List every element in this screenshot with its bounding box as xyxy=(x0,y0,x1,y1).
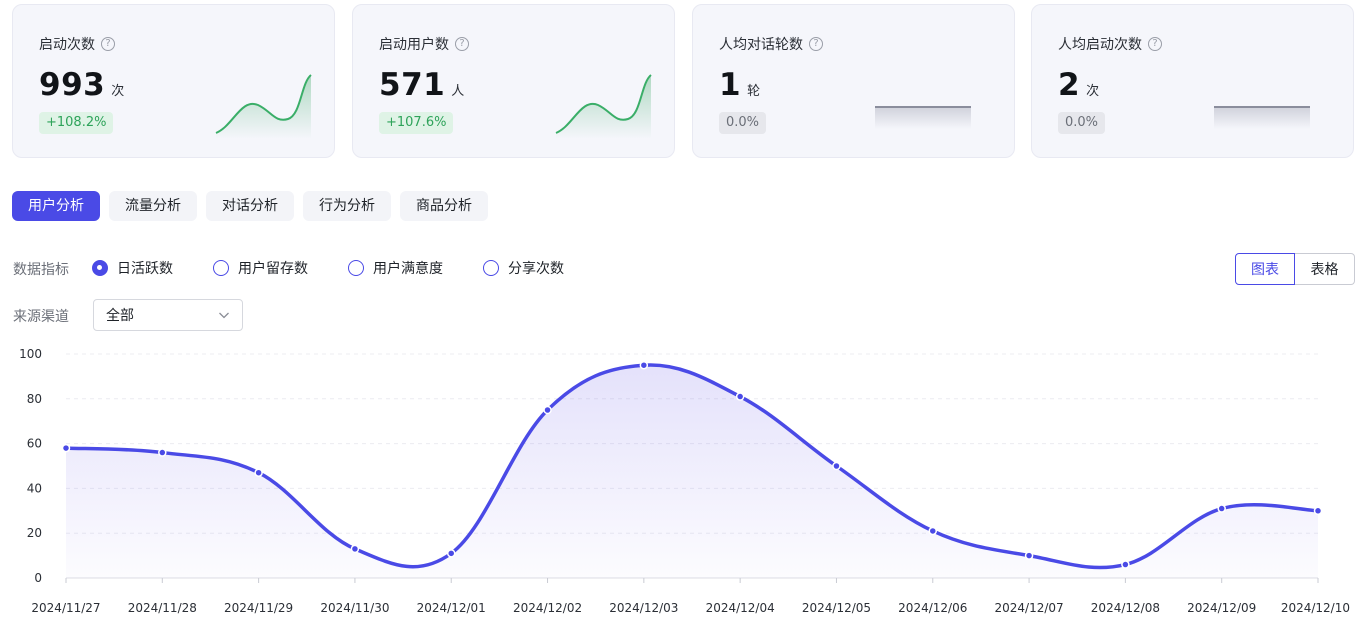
card-unit: 次 xyxy=(1086,84,1100,99)
x-tick-label: 2024/12/02 xyxy=(513,601,582,615)
data-point[interactable] xyxy=(254,468,263,477)
tab-behavior-analysis[interactable]: 行为分析 xyxy=(303,191,391,221)
channel-label: 来源渠道 xyxy=(13,309,69,325)
sparkline-flat xyxy=(875,106,971,129)
x-tick-label: 2024/11/27 xyxy=(31,601,100,615)
radio-unchecked-icon xyxy=(348,260,364,276)
data-point[interactable] xyxy=(1217,504,1226,513)
card-label-text: 启动用户数 xyxy=(379,37,449,53)
data-point[interactable] xyxy=(1024,551,1034,560)
table-view-button[interactable]: 表格 xyxy=(1295,253,1355,285)
stat-cards: 启动次数 ? 993 次 +108.2% 启动用户数 ? 571 人 +107.… xyxy=(12,4,1354,158)
change-badge: 0.0% xyxy=(1058,112,1106,134)
chevron-down-icon xyxy=(219,312,229,319)
card-label-text: 人均对话轮数 xyxy=(719,37,803,53)
x-tick-label: 2024/12/05 xyxy=(802,601,871,615)
radio-label: 用户满意度 xyxy=(373,261,443,277)
chart-view-button[interactable]: 图表 xyxy=(1235,253,1295,285)
x-tick-label: 2024/12/08 xyxy=(1091,601,1160,615)
radio-user-retention[interactable]: 用户留存数 xyxy=(213,258,308,278)
card-launch-users: 启动用户数 ? 571 人 +107.6% xyxy=(352,4,675,158)
change-badge: +107.6% xyxy=(379,112,454,134)
analysis-tabs: 用户分析 流量分析 对话分析 行为分析 商品分析 xyxy=(12,191,488,221)
data-point[interactable] xyxy=(350,544,360,554)
y-tick-label: 40 xyxy=(27,481,42,495)
x-tick-label: 2024/12/07 xyxy=(994,601,1063,615)
x-tick-label: 2024/12/10 xyxy=(1281,601,1350,615)
sparkline-up xyxy=(215,74,312,139)
x-tick-label: 2024/11/30 xyxy=(320,601,389,615)
help-icon[interactable]: ? xyxy=(809,37,823,51)
radio-unchecked-icon xyxy=(483,260,499,276)
data-point[interactable] xyxy=(61,443,71,453)
radio-label: 用户留存数 xyxy=(238,261,308,277)
y-tick-label: 80 xyxy=(27,392,42,406)
card-launch-count: 启动次数 ? 993 次 +108.2% xyxy=(12,4,335,158)
card-value: 1 xyxy=(719,67,742,103)
y-tick-label: 100 xyxy=(19,347,42,361)
x-tick-label: 2024/11/28 xyxy=(128,601,197,615)
sparkline-flat xyxy=(1214,106,1310,129)
x-tick-label: 2024/12/03 xyxy=(609,601,678,615)
channel-select[interactable]: 全部 xyxy=(93,299,243,331)
help-icon[interactable]: ? xyxy=(455,37,469,51)
card-avg-dialog-rounds: 人均对话轮数 ? 1 轮 0.0% xyxy=(692,4,1015,158)
card-label: 启动次数 ? xyxy=(39,34,115,54)
radio-label: 日活跃数 xyxy=(117,261,173,277)
data-point[interactable] xyxy=(158,448,167,457)
data-point[interactable] xyxy=(1121,560,1130,569)
change-badge: +108.2% xyxy=(39,112,114,134)
card-value: 2 xyxy=(1058,67,1081,103)
radio-checked-icon xyxy=(92,260,108,276)
tab-traffic-analysis[interactable]: 流量分析 xyxy=(109,191,197,221)
help-icon[interactable]: ? xyxy=(101,37,115,51)
card-unit: 人 xyxy=(451,84,465,99)
help-icon[interactable]: ? xyxy=(1148,37,1162,51)
data-point[interactable] xyxy=(543,405,552,415)
y-tick-label: 20 xyxy=(27,526,42,540)
x-tick-label: 2024/12/09 xyxy=(1187,601,1256,615)
tab-product-analysis[interactable]: 商品分析 xyxy=(400,191,488,221)
card-value: 993 xyxy=(39,67,106,103)
data-point[interactable] xyxy=(1313,506,1323,516)
data-point[interactable] xyxy=(832,461,841,471)
radio-share-count[interactable]: 分享次数 xyxy=(483,258,564,278)
indicator-label: 数据指标 xyxy=(13,262,69,278)
view-toggle: 图表 表格 xyxy=(1235,253,1355,285)
card-avg-launch-count: 人均启动次数 ? 2 次 0.0% xyxy=(1031,4,1354,158)
change-badge: 0.0% xyxy=(719,112,767,134)
card-label-text: 启动次数 xyxy=(39,37,95,53)
data-point[interactable] xyxy=(928,526,938,536)
radio-label: 分享次数 xyxy=(508,261,564,277)
data-point[interactable] xyxy=(446,549,456,558)
channel-select-value: 全部 xyxy=(106,308,134,324)
daily-active-chart: 0 20 40 60 80 100 2024/11/27 2024/11/28 2024/11/… xyxy=(19,347,1350,615)
sparkline-up xyxy=(555,74,652,139)
x-tick-label: 2024/11/29 xyxy=(224,601,293,615)
radio-daily-active[interactable]: 日活跃数 xyxy=(92,258,173,278)
data-point[interactable] xyxy=(735,392,745,401)
card-value: 571 xyxy=(379,67,446,103)
data-point[interactable] xyxy=(639,360,649,370)
y-tick-label: 60 xyxy=(27,437,42,451)
tab-user-analysis[interactable]: 用户分析 xyxy=(12,191,100,221)
tab-dialog-analysis[interactable]: 对话分析 xyxy=(206,191,294,221)
x-tick-label: 2024/12/04 xyxy=(706,601,775,615)
card-label-text: 人均启动次数 xyxy=(1058,37,1142,53)
indicator-radio-group: 日活跃数 用户留存数 用户满意度 分享次数 xyxy=(92,258,604,278)
radio-user-satisfaction[interactable]: 用户满意度 xyxy=(348,258,443,278)
card-unit: 次 xyxy=(111,84,125,99)
radio-unchecked-icon xyxy=(213,260,229,276)
card-unit: 轮 xyxy=(747,84,761,99)
x-tick-label: 2024/12/01 xyxy=(417,601,486,615)
y-tick-label: 0 xyxy=(34,571,42,585)
x-tick-label: 2024/12/06 xyxy=(898,601,967,615)
